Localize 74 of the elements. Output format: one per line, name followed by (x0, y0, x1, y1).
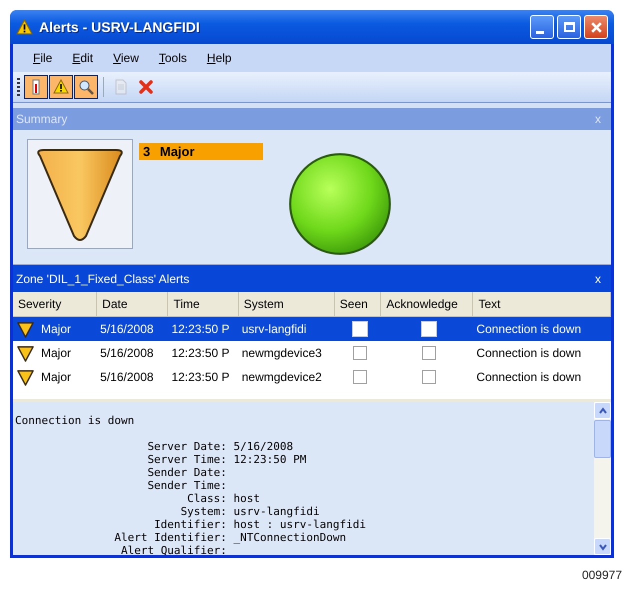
time-cell: 12:23:50 P (171, 370, 230, 384)
search-icon (78, 79, 94, 95)
field-label: Server Time: (146, 453, 227, 466)
figure-number: 009977 (580, 568, 622, 582)
window-title: Alerts - USRV-LANGFIDI (39, 19, 200, 35)
time-cell: 12:23:50 P (171, 322, 230, 336)
date-cell: 5/16/2008 (100, 370, 154, 384)
system-cell: newmgdevice3 (242, 346, 322, 360)
field-label: Sender Time: (146, 479, 227, 492)
minimize-button[interactable] (530, 15, 554, 39)
field-label: System: (180, 505, 227, 518)
warning-icon (16, 18, 33, 36)
toolbar-button[interactable] (49, 75, 73, 99)
column-header[interactable]: Seen (334, 292, 382, 316)
toolbar-button[interactable] (24, 75, 48, 99)
field-value: host : usrv-langfidi (234, 518, 367, 531)
column-header[interactable]: Time (168, 292, 239, 316)
close-icon (590, 20, 602, 34)
field-label: Alert Identifier: (113, 531, 227, 544)
field-label: Class: (186, 492, 227, 505)
system-cell: usrv-langfidi (242, 322, 306, 336)
severity-count-label: 3 Major (139, 143, 263, 160)
panel-title: Summary (16, 112, 68, 126)
panel-title: Zone 'DIL_1_Fixed_Class' Alerts (16, 272, 190, 286)
inverted-triangle-icon (16, 368, 35, 386)
field-value: 12:23:50 PM (234, 453, 308, 466)
menu-item[interactable]: Edit (62, 51, 104, 65)
acknowledge-checkbox[interactable] (420, 321, 437, 337)
details-heading: Connection is down (15, 414, 136, 427)
seen-checkbox[interactable] (352, 346, 367, 360)
toolbar-button[interactable] (74, 75, 98, 99)
field-label: Sender Date: (146, 466, 227, 479)
menu-item[interactable]: Tools (148, 51, 197, 65)
field-value: host (234, 492, 262, 505)
date-cell: 5/16/2008 (100, 322, 154, 336)
field-label: Identifier: (153, 518, 227, 531)
date-cell: 5/16/2008 (100, 346, 154, 360)
text-cell: Connection is down (476, 370, 582, 384)
panel-close-button[interactable]: x (591, 272, 605, 286)
menu-item[interactable]: Help (196, 51, 242, 65)
acknowledge-checkbox[interactable] (422, 346, 436, 360)
warning-icon (53, 79, 69, 95)
column-header[interactable]: Severity (13, 292, 98, 316)
seen-checkbox[interactable] (352, 321, 368, 337)
field-label: Server Date: (146, 440, 227, 453)
toolbar-grip[interactable] (17, 78, 20, 96)
field-value: 5/16/2008 (234, 440, 294, 453)
system-cell: newmgdevice2 (242, 370, 322, 384)
severity-text: Major (41, 370, 72, 384)
delete-icon (138, 79, 154, 95)
menu-item[interactable]: View (103, 51, 149, 65)
column-header[interactable]: System (238, 292, 335, 316)
inverted-triangle-icon (16, 320, 35, 338)
seen-checkbox[interactable] (352, 370, 367, 384)
severity-text: Major (41, 322, 72, 336)
column-header[interactable]: Date (97, 292, 168, 316)
close-button[interactable] (584, 15, 608, 39)
menu-item[interactable]: File (23, 51, 62, 65)
text-cell: Connection is down (476, 346, 582, 360)
field-value: usrv-langfidi (234, 505, 321, 518)
acknowledge-checkbox[interactable] (422, 370, 436, 384)
text-cell: Connection is down (476, 322, 582, 336)
column-header[interactable]: Text (473, 292, 612, 316)
time-cell: 12:23:50 P (171, 346, 230, 360)
scroll-down-icon (598, 542, 608, 552)
vertical-scrollbar[interactable] (594, 402, 611, 555)
column-header[interactable]: Acknowledge (381, 292, 474, 316)
inverted-triangle-icon (16, 344, 35, 362)
field-value: _NTConnectionDown (234, 531, 348, 544)
document-icon (113, 79, 129, 95)
maximize-button[interactable] (557, 15, 581, 39)
severity-text: Major (41, 346, 72, 360)
alert-row[interactable]: Major 5/16/2008 12:23:50 P usrv-langfidi Connection is down (13, 317, 611, 341)
scroll-up-icon (598, 406, 608, 416)
